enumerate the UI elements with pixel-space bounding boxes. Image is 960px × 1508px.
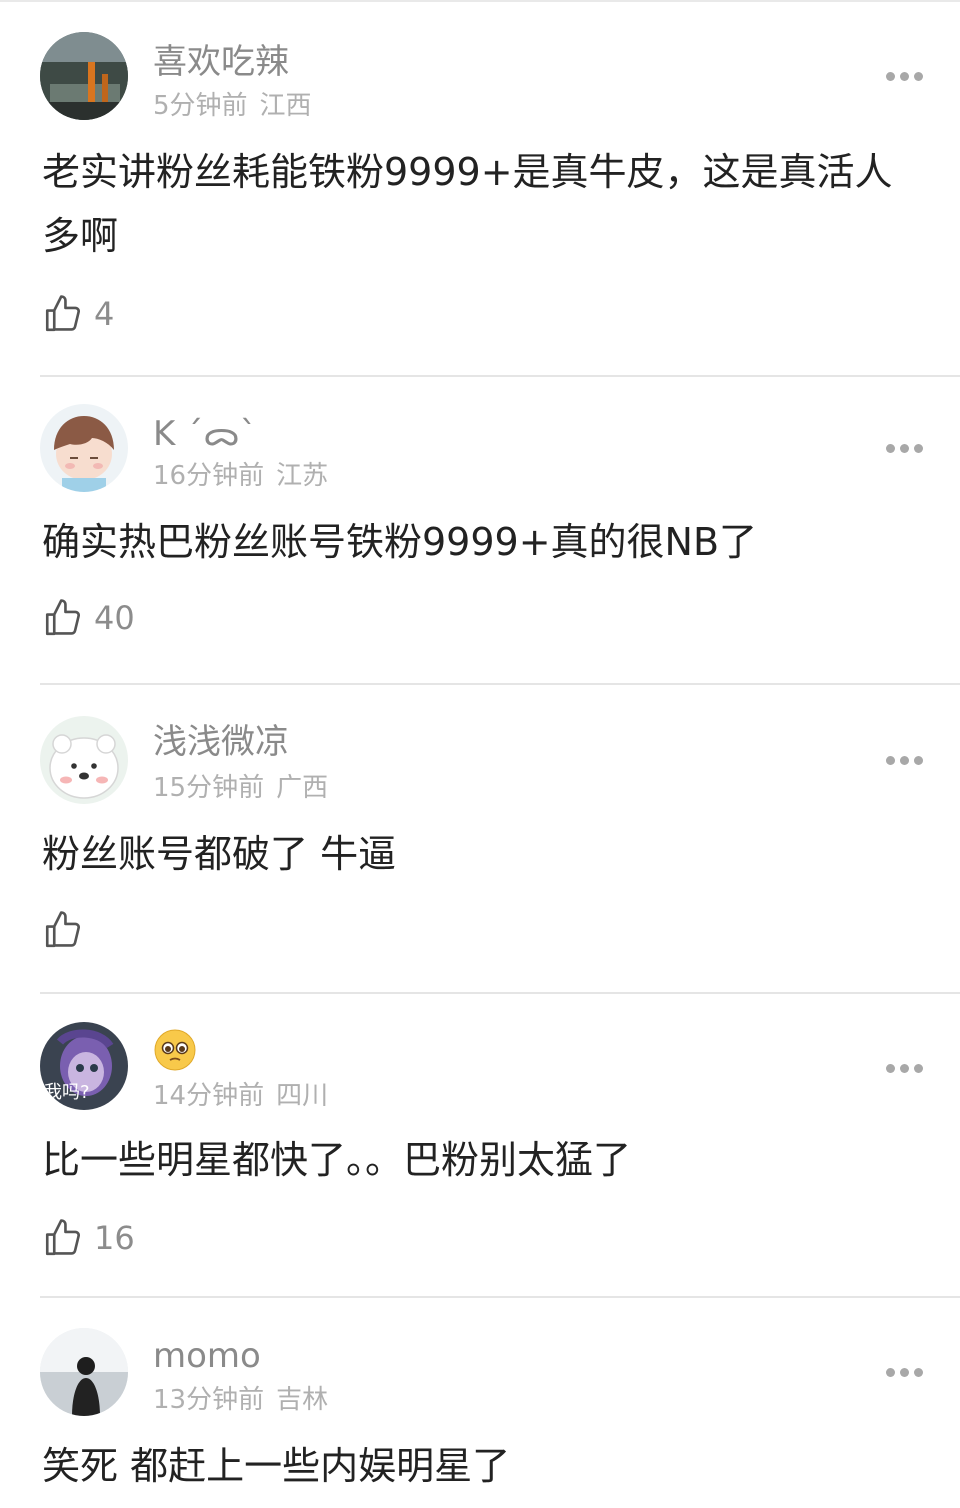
location: 广西 — [276, 773, 329, 803]
timestamp: 15分钟前 — [153, 773, 265, 803]
timestamp: 16分钟前 — [153, 461, 265, 491]
comment-item: momo 13分钟前 吉林 笑死 都赶上一些内娱明星了 — [0, 1298, 960, 1508]
comment-text: 粉丝账号都破了 牛逼 — [42, 832, 397, 876]
comment-feed: 喜欢吃辣 5分钟前 江西 老实讲粉丝耗能铁粉9999+是真牛皮，这是真活人多啊 4 — [0, 0, 960, 1508]
timestamp: 14分钟前 — [153, 1081, 265, 1111]
more-dots-icon[interactable] — [886, 1064, 924, 1076]
divider — [40, 375, 960, 377]
like-button[interactable]: 16 — [42, 1216, 135, 1260]
more-dots-icon[interactable] — [886, 444, 924, 456]
avatar[interactable] — [40, 716, 128, 804]
username[interactable]: 浅浅微凉 — [153, 722, 289, 762]
timestamp: 13分钟前 — [153, 1385, 265, 1415]
like-button[interactable]: 4 — [42, 292, 114, 336]
username[interactable]: K ´ᯅ` — [153, 414, 257, 454]
avatar[interactable] — [40, 32, 128, 120]
comment-item: 浅浅微凉 15分钟前 广西 粉丝账号都破了 牛逼 — [0, 686, 960, 994]
username[interactable]: momo — [153, 1336, 261, 1376]
thumbs-up-icon — [45, 295, 80, 332]
thumbs-up-icon — [45, 599, 80, 636]
location: 四川 — [276, 1081, 329, 1111]
timestamp: 5分钟前 — [153, 91, 248, 121]
comment-item: 喜欢吃辣 5分钟前 江西 老实讲粉丝耗能铁粉9999+是真牛皮，这是真活人多啊 4 — [0, 0, 960, 378]
comment-meta: 16分钟前 江苏 — [153, 460, 328, 492]
comment-meta: 5分钟前 江西 — [153, 90, 312, 122]
comment-text: 笑死 都赶上一些内娱明星了 — [42, 1444, 511, 1488]
like-count: 16 — [94, 1219, 135, 1257]
comment-meta: 14分钟前 四川 — [153, 1080, 328, 1112]
more-dots-icon[interactable] — [886, 1368, 924, 1380]
avatar-image — [40, 716, 128, 804]
divider — [40, 683, 960, 685]
thumbs-up-icon — [45, 1219, 80, 1256]
avatar[interactable] — [40, 404, 128, 492]
avatar-image — [40, 1328, 128, 1416]
like-count: 40 — [94, 599, 135, 637]
comment-text: 确实热巴粉丝账号铁粉9999+真的很NB了 — [42, 520, 758, 564]
more-dots-icon[interactable] — [886, 72, 924, 84]
comment-meta: 13分钟前 吉林 — [153, 1384, 328, 1416]
username[interactable]: 喜欢吃辣 — [153, 42, 289, 82]
comment-text: 老实讲粉丝耗能铁粉9999+是真牛皮，这是真活人多啊 — [42, 150, 893, 258]
comment-item: 我吗? 🥺 14分钟前四川 比一些明星都快了。。巴粉别太猛了 16 — [0, 994, 960, 1298]
like-button[interactable]: 40 — [42, 596, 135, 640]
more-dots-icon[interactable] — [886, 756, 924, 768]
like-count: 4 — [94, 295, 115, 333]
avatar-image — [40, 404, 128, 492]
thumbs-up-icon — [45, 911, 80, 948]
avatar[interactable] — [40, 1328, 128, 1416]
avatar[interactable]: 我吗? — [40, 1022, 128, 1110]
location: 吉林 — [276, 1385, 329, 1415]
comment-text: 比一些明星都快了。。巴粉别太猛了 — [42, 1138, 632, 1182]
comment-meta: 15分钟前 广西 — [153, 772, 328, 804]
like-button[interactable] — [42, 908, 94, 952]
avatar-caption: 我吗? — [44, 1082, 90, 1103]
comment-item: K ´ᯅ` 16分钟前 江苏 确实热巴粉丝账号铁粉9999+真的很NB了 40 — [0, 378, 960, 686]
avatar-image — [40, 32, 128, 120]
pleading-face-emoji — [154, 1029, 196, 1071]
location: 江苏 — [276, 461, 329, 491]
location: 江西 — [259, 91, 312, 121]
